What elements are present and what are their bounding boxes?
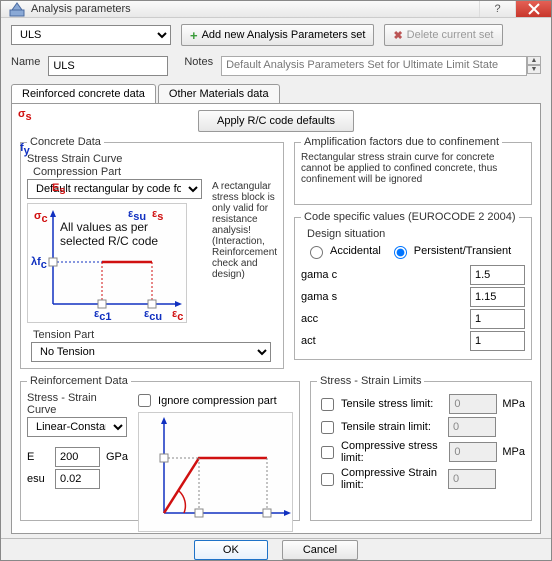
name-label: Name <box>11 56 40 68</box>
delete-icon: ✖ <box>393 29 402 42</box>
gama-s-input[interactable] <box>470 287 525 307</box>
mpa-unit-1: MPa <box>502 398 525 410</box>
amplification-text: Rectangular stress strain curve for conc… <box>301 152 525 198</box>
sigma-c-symbol: σc <box>34 210 48 225</box>
plus-icon: + <box>190 28 198 43</box>
reinf-ssc-label: Stress - Strain Curve <box>27 392 128 416</box>
diagram-note: All values as per selected R/C code <box>60 220 176 248</box>
compression-part-label: Compression Part <box>33 166 277 178</box>
notes-scroll-up[interactable]: ▲ <box>527 56 541 65</box>
amplification-legend: Amplification factors due to confinement <box>301 136 502 148</box>
notes-field[interactable]: Default Analysis Parameters Set for Ulti… <box>221 56 527 76</box>
tensile-strain-value <box>448 417 496 437</box>
tension-part-label: Tension Part <box>33 329 277 341</box>
acc-label: acc <box>301 313 464 325</box>
compression-description: A rectangular stress block is only valid… <box>208 179 277 280</box>
close-button[interactable] <box>515 1 551 17</box>
Es-symbol: Es <box>52 182 65 197</box>
tensile-stress-value <box>449 394 497 414</box>
notes-label: Notes <box>184 56 213 68</box>
esu-label: esu <box>27 473 49 485</box>
limits-legend: Stress - Strain Limits <box>317 375 424 387</box>
E-input[interactable] <box>55 447 100 467</box>
ok-button[interactable]: OK <box>194 540 268 560</box>
comp-strain-check[interactable] <box>321 473 334 486</box>
gama-c-label: gama c <box>301 269 464 281</box>
accidental-radio[interactable]: Accidental <box>305 243 381 259</box>
esu-input[interactable] <box>55 469 100 489</box>
comp-stress-check[interactable] <box>321 446 334 459</box>
eps-c-symbol: εc <box>172 308 183 323</box>
amplification-group: Amplification factors due to confinement… <box>294 136 532 205</box>
gama-s-label: gama s <box>301 291 464 303</box>
add-param-set-button[interactable]: + Add new Analysis Parameters set <box>181 24 374 46</box>
reinforcement-legend: Reinforcement Data <box>27 375 131 387</box>
eps-c1-symbol: εc1 <box>94 308 111 323</box>
titlebar: Analysis parameters ? <box>1 1 551 18</box>
comp-strain-value <box>448 469 496 489</box>
eps-s-symbol: εs <box>152 208 163 223</box>
tab-body: Apply R/C code defaults Concrete Data St… <box>11 103 541 534</box>
name-field[interactable] <box>48 56 168 76</box>
dialog-window: Analysis parameters ? ULS + Add new Anal… <box>0 0 552 561</box>
acc-input[interactable] <box>470 309 525 329</box>
tensile-stress-label: Tensile stress limit: <box>341 398 433 410</box>
sigma-s-symbol: σs <box>18 108 32 123</box>
param-set-select[interactable]: ULS <box>11 25 171 45</box>
dialog-footer: OK Cancel <box>1 538 551 560</box>
tension-curve-select[interactable]: No Tension <box>31 342 271 362</box>
comp-stress-label: Compressive stress limit: <box>341 440 444 464</box>
code-values-legend: Code specific values (EUROCODE 2 2004) <box>301 211 519 223</box>
tab-reinforced-concrete[interactable]: Reinforced concrete data <box>11 84 156 103</box>
cancel-button[interactable]: Cancel <box>282 540 358 560</box>
tensile-strain-label: Tensile strain limit: <box>341 421 431 433</box>
eps-su-symbol: εsu <box>128 208 146 223</box>
fy-symbol: fy <box>20 142 30 157</box>
ignore-compression-checkbox[interactable]: Ignore compression part <box>134 391 277 410</box>
design-situation-label: Design situation <box>307 228 525 240</box>
stress-strain-curve-label: Stress Strain Curve <box>27 153 277 165</box>
mpa-unit-2: MPa <box>502 446 525 458</box>
tensile-stress-check[interactable] <box>321 398 334 411</box>
code-values-group: Code specific values (EUROCODE 2 2004) D… <box>294 211 532 360</box>
persistent-radio[interactable]: Persistent/Transient <box>389 243 511 259</box>
tensile-strain-check[interactable] <box>321 421 334 434</box>
delete-param-set-button: ✖ Delete current set <box>384 24 502 46</box>
E-unit: GPa <box>106 451 128 463</box>
gama-c-input[interactable] <box>470 265 525 285</box>
act-label: act <box>301 335 464 347</box>
reinf-ssc-select[interactable]: Linear-Constant <box>27 417 127 437</box>
E-label: E <box>27 451 49 463</box>
concrete-data-group: Concrete Data Stress Strain Curve Compre… <box>20 136 284 369</box>
window-title: Analysis parameters <box>31 3 479 15</box>
lambda-fc-symbol: λfc <box>31 256 47 271</box>
tab-other-materials[interactable]: Other Materials data <box>158 84 280 103</box>
concrete-data-legend: Concrete Data <box>27 136 104 148</box>
comp-stress-value <box>449 442 497 462</box>
reinforcement-data-group: Reinforcement Data Stress - Strain Curve… <box>20 375 300 521</box>
notes-scroll-down[interactable]: ▼ <box>527 65 541 74</box>
eps-cu-symbol: εcu <box>144 308 162 323</box>
apply-code-defaults-button[interactable]: Apply R/C code defaults <box>198 110 354 132</box>
stress-strain-limits-group: Stress - Strain Limits Tensile stress li… <box>310 375 532 521</box>
help-button[interactable]: ? <box>479 1 515 17</box>
act-input[interactable] <box>470 331 525 351</box>
comp-strain-label: Compressive Strain limit: <box>341 467 443 491</box>
reinforcement-diagram: σs fy Es εsu εs <box>138 412 293 532</box>
app-icon <box>9 1 25 17</box>
